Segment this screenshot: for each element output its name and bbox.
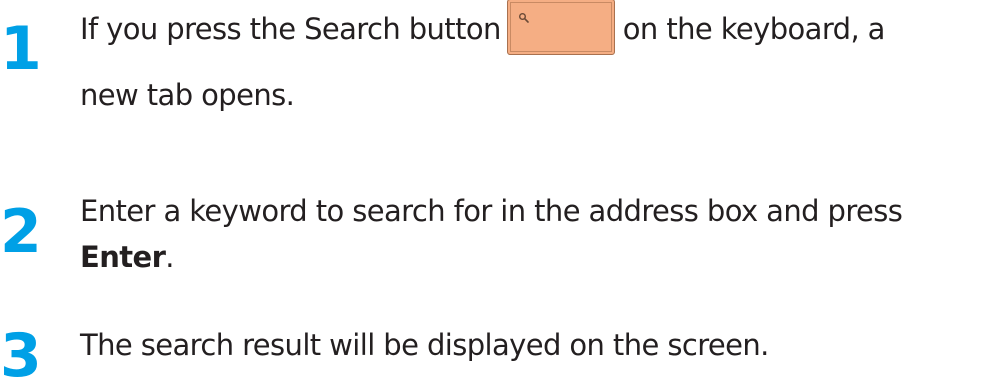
search-key — [506, 0, 615, 55]
step-number: 2 — [0, 197, 42, 267]
step-number: 3 — [0, 321, 42, 391]
step-text: The search result will be displayed on t… — [80, 318, 1007, 372]
step-1: 1 If you press the Search button on the k… — [0, 0, 1007, 142]
step-number: 1 — [0, 14, 42, 84]
step-text-after-key: on the keyboard, a — [622, 12, 886, 46]
step-2: 2 Enter a keyword to search for in the a… — [0, 184, 1007, 294]
step-text-period: . — [165, 240, 174, 274]
step-line: Enter. — [80, 230, 1007, 284]
step-line: The search result will be displayed on t… — [80, 328, 769, 362]
step-text: If you press the Search button on the key… — [80, 0, 1007, 122]
step-line: new tab opens. — [80, 78, 295, 112]
search-icon — [518, 13, 529, 23]
step-line: If you press the Search button on the key… — [80, 0, 1007, 56]
step-text-before-key: If you press the Search button — [80, 12, 501, 46]
step-3: 3 The search result will be displayed on… — [0, 318, 1007, 386]
step-line: Enter a keyword to search for in the add… — [80, 194, 903, 228]
enter-key-label: Enter — [80, 240, 166, 274]
step-text: Enter a keyword to search for in the add… — [80, 184, 1007, 284]
